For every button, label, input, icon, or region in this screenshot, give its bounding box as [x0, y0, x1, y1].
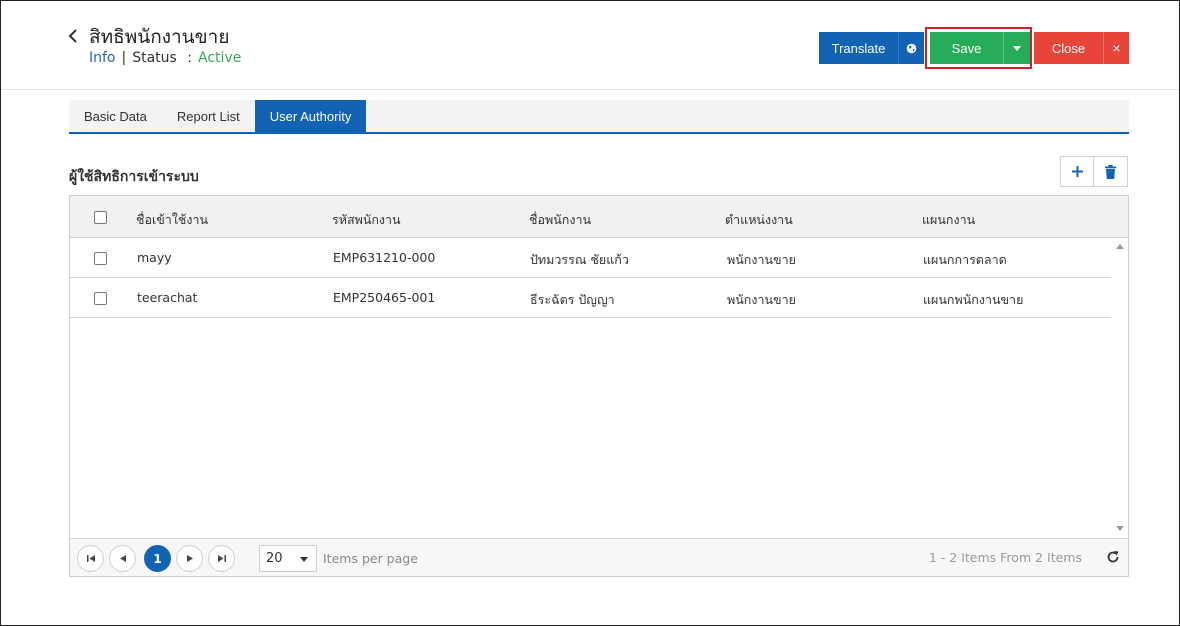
globe-icon [906, 43, 917, 53]
tab-report-list[interactable]: Report List [162, 100, 255, 132]
table-row[interactable]: teerachat EMP250465-001 ธีระฉัตร ปัญญา พ… [70, 278, 1111, 318]
grid-header: ชื่อเข้าใช้งาน รหัสพนักงาน ชื่อพนักงาน ต… [70, 196, 1128, 238]
globe-button[interactable] [898, 32, 924, 64]
tab-basic-data[interactable]: Basic Data [69, 100, 162, 132]
row-checkbox[interactable] [94, 252, 107, 265]
cell-employee-code: EMP631210-000 [333, 250, 436, 265]
first-page-button[interactable] [77, 545, 104, 572]
delete-user-button[interactable] [1094, 156, 1128, 187]
divider: | [121, 50, 127, 66]
section-title: ผู้ใช้สิทธิการเข้าระบบ [69, 169, 199, 185]
chevron-left-icon[interactable] [66, 28, 80, 44]
page-title: สิทธิพนักงานขาย [89, 26, 230, 48]
header-divider [1, 89, 1179, 90]
page-number-current[interactable]: 1 [144, 545, 171, 572]
translate-button[interactable]: Translate [819, 32, 898, 64]
status-badge: Active [198, 50, 242, 66]
close-x-button[interactable]: × [1103, 32, 1129, 64]
table-row[interactable]: mayy EMP631210-000 ปัทมวรรณ ชัยแก้ว พนัก… [70, 238, 1111, 278]
caret-down-icon [1013, 45, 1021, 51]
cell-username: teerachat [137, 290, 198, 305]
column-header-department[interactable]: แผนกงาน [922, 210, 975, 230]
page-size-value: 20 [266, 551, 283, 566]
tab-bar: Basic Data Report List User Authority [69, 100, 1129, 134]
prev-page-button[interactable] [109, 545, 136, 572]
caret-down-icon [300, 557, 308, 562]
cell-department: แผนกการตลาด [923, 252, 1007, 267]
refresh-icon[interactable] [1106, 550, 1120, 564]
first-page-icon [86, 555, 95, 562]
items-per-page-label: Items per page [323, 551, 418, 566]
prev-page-icon [119, 555, 126, 562]
next-page-icon [186, 555, 193, 562]
cell-position: พนักงานขาย [727, 292, 796, 307]
cell-employee-name: ธีระฉัตร ปัญญา [530, 292, 615, 307]
info-link[interactable]: Info [89, 50, 116, 66]
add-user-button[interactable] [1060, 156, 1094, 187]
trash-icon [1105, 164, 1116, 179]
cell-position: พนักงานขาย [727, 252, 796, 267]
scroll-down-arrow[interactable] [1116, 526, 1124, 531]
page-size-select[interactable]: 20 [259, 545, 317, 572]
last-page-button[interactable] [208, 545, 235, 572]
column-header-username[interactable]: ชื่อเข้าใช้งาน [136, 210, 208, 230]
next-page-button[interactable] [176, 545, 203, 572]
cell-employee-code: EMP250465-001 [333, 290, 436, 305]
column-header-position[interactable]: ตำแหน่งงาน [725, 210, 793, 230]
select-all-checkbox[interactable] [94, 211, 107, 224]
column-header-employee-name[interactable]: ชื่อพนักงาน [529, 210, 591, 230]
status-line: Info | Status : Active [89, 50, 241, 66]
cell-employee-name: ปัทมวรรณ ชัยแก้ว [530, 252, 629, 267]
cell-username: mayy [137, 250, 172, 265]
column-header-employee-code[interactable]: รหัสพนักงาน [332, 210, 401, 230]
row-checkbox[interactable] [94, 292, 107, 305]
cell-department: แผนกพนักงานขาย [923, 292, 1024, 307]
tab-user-authority[interactable]: User Authority [254, 100, 367, 132]
scroll-up-arrow[interactable] [1116, 244, 1124, 249]
save-dropdown-button[interactable] [1003, 32, 1030, 64]
close-button[interactable]: Close [1034, 32, 1103, 64]
grid-pager: 1 20 Items per page 1 - 2 Items From 2 I… [70, 538, 1128, 576]
items-range-text: 1 - 2 Items From 2 Items [928, 550, 1082, 565]
plus-icon [1071, 166, 1083, 177]
status-label: Status [132, 50, 177, 66]
status-colon: : [187, 50, 193, 66]
save-button[interactable]: Save [930, 32, 1003, 64]
user-authority-grid: ชื่อเข้าใช้งาน รหัสพนักงาน ชื่อพนักงาน ต… [69, 195, 1129, 577]
last-page-icon [217, 555, 226, 562]
